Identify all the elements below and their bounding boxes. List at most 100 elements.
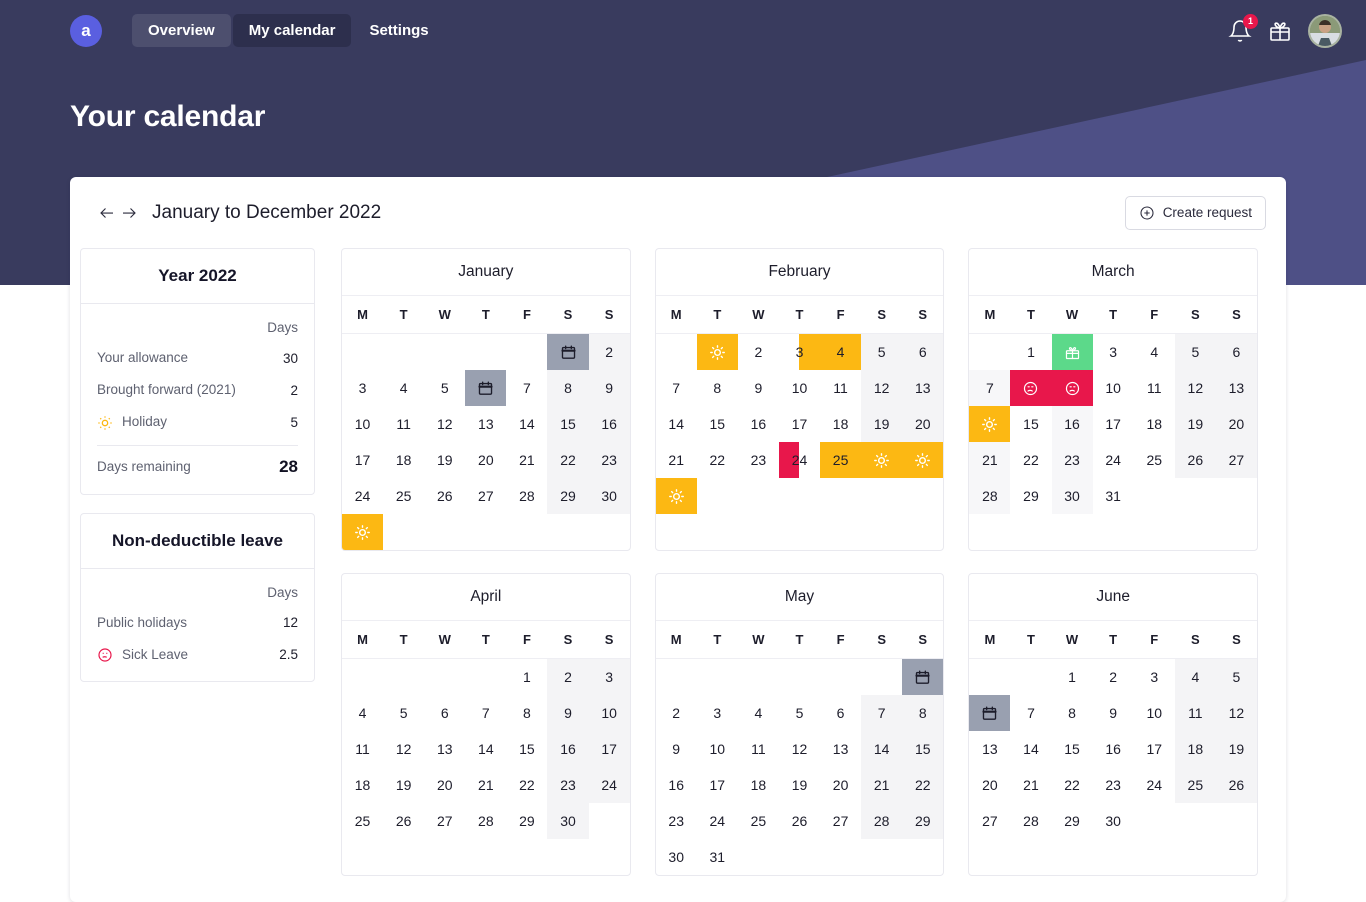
day-cell[interactable]: 27 — [1215, 442, 1257, 478]
day-cell[interactable]: 19 — [424, 442, 465, 478]
day-cell[interactable]: 11 — [342, 731, 383, 767]
day-cell[interactable]: 5 — [1174, 334, 1216, 370]
day-cell[interactable] — [1051, 370, 1093, 406]
day-cell[interactable]: 4 — [342, 695, 383, 731]
day-cell[interactable]: 30 — [588, 478, 630, 514]
day-cell[interactable]: 30 — [547, 803, 589, 839]
day-cell[interactable]: 12 — [1174, 370, 1216, 406]
day-cell[interactable]: 16 — [547, 731, 589, 767]
day-cell[interactable]: 21 — [506, 442, 547, 478]
day-cell[interactable]: 31 — [697, 839, 738, 875]
day-cell[interactable]: 25 — [383, 478, 424, 514]
day-cell[interactable]: 16 — [738, 406, 779, 442]
notifications-button[interactable]: 1 — [1228, 13, 1258, 43]
day-cell[interactable]: 23 — [1093, 767, 1134, 803]
day-cell[interactable]: 9 — [1093, 695, 1134, 731]
day-cell[interactable]: 24 — [697, 803, 738, 839]
day-cell[interactable]: 3 — [1134, 659, 1175, 695]
day-cell[interactable]: 29 — [1052, 803, 1093, 839]
day-cell[interactable]: 10 — [342, 406, 383, 442]
nav-tab-overview[interactable]: Overview — [132, 14, 231, 47]
day-cell[interactable]: 19 — [383, 767, 424, 803]
day-cell[interactable]: 20 — [424, 767, 465, 803]
previous-period-button[interactable] — [96, 202, 118, 224]
day-cell[interactable]: 31 — [1093, 478, 1134, 514]
day-cell[interactable]: 23 — [547, 767, 589, 803]
day-cell[interactable]: 11 — [383, 406, 424, 442]
app-logo[interactable]: a — [70, 14, 102, 47]
day-cell[interactable]: 9 — [656, 731, 697, 767]
day-cell[interactable]: 14 — [465, 731, 506, 767]
day-cell[interactable]: 4 — [1174, 659, 1216, 695]
day-cell[interactable]: 17 — [1093, 406, 1134, 442]
day-cell[interactable]: 15 — [697, 406, 738, 442]
day-cell[interactable]: 13 — [820, 731, 861, 767]
day-cell[interactable]: 30 — [1093, 803, 1134, 839]
create-request-button[interactable]: Create request — [1124, 195, 1266, 230]
day-cell[interactable]: 14 — [861, 731, 903, 767]
day-cell[interactable]: 16 — [588, 406, 630, 442]
day-cell[interactable]: 13 — [424, 731, 465, 767]
day-cell[interactable]: 24 — [778, 442, 820, 478]
day-cell[interactable]: 22 — [547, 442, 589, 478]
day-cell[interactable] — [902, 442, 944, 478]
day-cell[interactable]: 7 — [1010, 695, 1051, 731]
day-cell[interactable]: 9 — [547, 695, 589, 731]
day-cell[interactable] — [696, 334, 738, 370]
day-cell[interactable] — [465, 370, 507, 406]
day-cell[interactable]: 1 — [1010, 334, 1051, 370]
day-cell[interactable]: 7 — [969, 370, 1011, 406]
day-cell[interactable]: 8 — [902, 695, 944, 731]
day-cell[interactable]: 3 — [588, 659, 630, 695]
day-cell[interactable]: 17 — [588, 731, 630, 767]
day-cell[interactable]: 3 — [697, 695, 738, 731]
day-cell[interactable]: 8 — [697, 370, 738, 406]
day-cell[interactable]: 26 — [424, 478, 465, 514]
day-cell[interactable]: 6 — [820, 695, 861, 731]
day-cell[interactable]: 15 — [902, 731, 944, 767]
day-cell[interactable]: 22 — [1052, 767, 1093, 803]
day-cell[interactable]: 2 — [738, 334, 779, 370]
day-cell[interactable]: 5 — [861, 334, 903, 370]
day-cell[interactable]: 7 — [656, 370, 697, 406]
day-cell[interactable]: 22 — [697, 442, 738, 478]
day-cell[interactable]: 11 — [738, 731, 779, 767]
day-cell[interactable]: 21 — [656, 442, 697, 478]
day-cell[interactable]: 12 — [424, 406, 465, 442]
day-cell[interactable]: 6 — [424, 695, 465, 731]
day-cell[interactable]: 26 — [1215, 767, 1257, 803]
day-cell[interactable]: 23 — [656, 803, 697, 839]
day-cell[interactable] — [547, 334, 589, 370]
day-cell[interactable]: 28 — [861, 803, 903, 839]
day-cell[interactable]: 11 — [1134, 370, 1175, 406]
day-cell[interactable]: 5 — [383, 695, 424, 731]
day-cell[interactable]: 10 — [1134, 695, 1175, 731]
day-cell[interactable]: 25 — [738, 803, 779, 839]
day-cell[interactable]: 23 — [1051, 442, 1093, 478]
day-cell[interactable]: 10 — [588, 695, 630, 731]
day-cell[interactable]: 2 — [656, 695, 697, 731]
day-cell[interactable]: 6 — [902, 334, 944, 370]
day-cell[interactable]: 4 — [820, 334, 862, 370]
day-cell[interactable]: 29 — [547, 478, 589, 514]
day-cell[interactable]: 25 — [342, 803, 383, 839]
day-cell[interactable]: 17 — [779, 406, 820, 442]
day-cell[interactable] — [969, 406, 1011, 442]
day-cell[interactable]: 16 — [1093, 731, 1134, 767]
day-cell[interactable]: 29 — [902, 803, 944, 839]
day-cell[interactable] — [902, 659, 944, 695]
day-cell[interactable]: 21 — [969, 442, 1011, 478]
day-cell[interactable]: 25 — [1134, 442, 1175, 478]
day-cell[interactable]: 1 — [1052, 659, 1093, 695]
day-cell[interactable]: 29 — [1010, 478, 1051, 514]
day-cell[interactable]: 13 — [1215, 370, 1257, 406]
day-cell[interactable]: 12 — [1215, 695, 1257, 731]
day-cell[interactable]: 23 — [588, 442, 630, 478]
day-cell[interactable]: 25 — [1174, 767, 1216, 803]
day-cell[interactable]: 7 — [861, 695, 903, 731]
day-cell[interactable] — [1051, 334, 1093, 370]
day-cell[interactable]: 12 — [383, 731, 424, 767]
day-cell[interactable]: 16 — [656, 767, 697, 803]
day-cell[interactable]: 30 — [1051, 478, 1093, 514]
day-cell[interactable]: 24 — [1134, 767, 1175, 803]
